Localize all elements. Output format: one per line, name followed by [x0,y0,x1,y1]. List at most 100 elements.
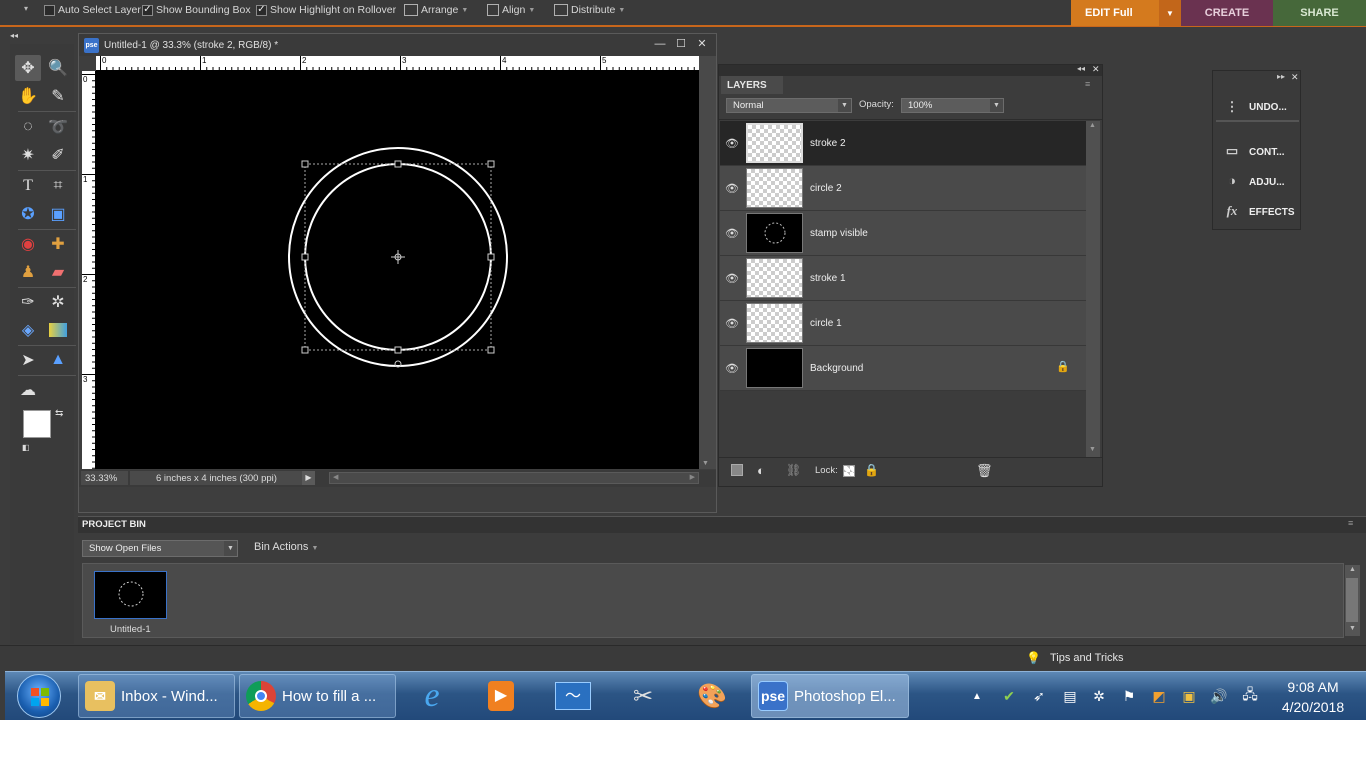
system-clock[interactable]: 9:08 AM 4/20/2018 [1273,677,1353,717]
visibility-eye-icon[interactable]: 👁 [722,211,742,255]
crop-tool-icon[interactable]: ⌗ [45,173,71,199]
new-layer-icon[interactable] [731,464,743,476]
paint-bucket-tool-icon[interactable]: ◈ [15,317,41,343]
scroll-down-arrow-icon[interactable]: ▼ [1089,446,1096,453]
scroll-left-arrow-icon[interactable]: ◀ [333,473,338,481]
layers-scrollbar[interactable]: ▲ ▼ [1086,121,1100,457]
taskbar-item-inbox[interactable]: ✉ Inbox - Wind... [78,674,235,718]
align-menu[interactable]: Align ▼ [487,2,535,18]
layer-row[interactable]: 👁 stroke 1 [720,256,1086,301]
bin-actions-menu[interactable]: Bin Actions ▼ [254,541,318,553]
image-canvas[interactable] [96,71,699,469]
toolbox-collapse-icon[interactable]: ◂◂ [10,31,30,43]
layer-row[interactable]: 👁 circle 1 [720,301,1086,346]
project-bin-header[interactable]: PROJECT BIN ≡ [78,516,1366,533]
tray-folder-icon[interactable]: ▣ [1179,686,1199,706]
status-menu-arrow-icon[interactable]: ▶ [302,471,315,485]
expand-panel-icon[interactable]: ▸▸ [1277,72,1285,81]
minimize-icon[interactable]: — [653,37,667,51]
swap-colors-icon[interactable]: ⇆ [55,408,63,419]
eraser-tool-icon[interactable]: ▰ [45,259,71,285]
brush-tool-icon[interactable]: ✑ [15,289,41,315]
highlight-checkbox[interactable]: ✓ [256,4,267,16]
smart-brush-tool-icon[interactable]: ✲ [45,289,71,315]
share-tab[interactable]: SHARE [1273,0,1366,26]
scroll-right-arrow-icon[interactable]: ▶ [690,473,695,481]
visibility-eye-icon[interactable]: 👁 [722,346,742,390]
bin-scrollbar[interactable]: ▲ ▼ [1345,565,1360,636]
marquee-tool-icon[interactable]: ◌ [15,114,41,140]
show-files-dropdown[interactable]: Show Open Files ▼ [82,540,238,557]
show-bounding-box-option[interactable]: ✓ Show Bounding Box [142,2,251,18]
cookie-cutter-tool-icon[interactable]: ✪ [15,201,41,227]
trash-icon[interactable]: 🗑 [976,463,993,479]
visibility-eye-icon[interactable]: 👁 [722,301,742,345]
start-button[interactable] [17,674,61,718]
tool-options-caret-icon[interactable]: ▾ [24,4,28,13]
content-button[interactable]: ▭ CONT... [1216,138,1299,166]
distribute-menu[interactable]: Distribute ▼ [554,2,625,18]
tray-network-icon[interactable]: ➶ [1029,686,1049,706]
link-layers-icon[interactable]: ⛓ [786,463,801,477]
scroll-down-arrow-icon[interactable]: ▼ [1349,625,1356,632]
tray-security-icon[interactable]: ✔ [999,686,1019,706]
scroll-up-arrow-icon[interactable]: ▲ [1089,122,1096,129]
opacity-field[interactable]: 100% ▼ [901,98,1004,113]
edit-mode-dropdown-icon[interactable]: ▼ [1159,0,1181,26]
arrange-menu[interactable]: Arrange ▼ [404,2,468,18]
edit-full-tab[interactable]: EDIT Full ▼ [1071,0,1181,26]
visibility-eye-icon[interactable]: 👁 [722,121,742,165]
document-titlebar[interactable]: pse Untitled-1 @ 33.3% (stroke 2, RGB/8)… [79,34,716,56]
tray-volume-icon[interactable]: 🔊 [1209,686,1229,706]
magic-wand-tool-icon[interactable]: ✷ [15,142,41,168]
scroll-up-arrow-icon[interactable]: ▲ [1349,566,1356,573]
snipping-tool-icon[interactable]: ✂ [625,678,661,714]
sponge-tool-icon[interactable]: ☁ [15,377,41,403]
lock-transparency-icon[interactable] [843,465,855,477]
show-highlight-option[interactable]: ✓ Show Highlight on Rollover [256,2,396,18]
tray-display-icon[interactable]: 🖧 [1240,686,1260,706]
move-tool-icon[interactable]: ✥ [15,55,41,81]
create-tab[interactable]: CREATE [1181,0,1273,26]
scroll-thumb[interactable] [1346,578,1358,622]
foreground-color-swatch[interactable] [23,410,51,438]
stocks-app-icon[interactable]: 〜 [555,678,591,714]
gradient-tool-icon[interactable] [45,317,71,343]
paint-icon[interactable]: 🎨 [694,678,730,714]
close-panel-icon[interactable]: ✕ [1291,72,1299,83]
media-player-icon[interactable]: ▶ [483,678,519,714]
open-file-thumbnail[interactable] [94,571,167,619]
blend-mode-dropdown[interactable]: Normal ▼ [726,98,852,113]
adjustment-layer-icon[interactable]: ◐ [757,463,765,478]
internet-explorer-icon[interactable]: e [414,677,450,714]
taskbar-item-chrome[interactable]: How to fill a ... [239,674,396,718]
lock-all-icon[interactable]: 🔒 [864,463,879,477]
collapse-panel-icon[interactable]: ◂◂ [1077,64,1085,73]
quick-selection-tool-icon[interactable]: ✐ [45,142,71,168]
tray-office-icon[interactable]: ◩ [1149,686,1169,706]
default-colors-icon[interactable]: ◧ [22,443,30,452]
clone-stamp-tool-icon[interactable]: ♟ [15,259,41,285]
layer-row[interactable]: 👁 stamp visible [720,211,1086,256]
visibility-eye-icon[interactable]: 👁 [722,256,742,300]
adjustments-button[interactable]: ◑ ADJU... [1216,168,1299,196]
layers-tab[interactable]: LAYERS [721,76,783,94]
blur-tool-icon[interactable]: ▲ [45,347,71,373]
auto-select-checkbox[interactable] [44,4,55,16]
close-panel-icon[interactable]: ✕ [1092,64,1100,75]
show-hidden-icons-arrow-icon[interactable]: ▲ [967,686,987,706]
straighten-tool-icon[interactable]: ▣ [45,201,71,227]
layer-row[interactable]: 👁 stroke 2 [720,121,1086,166]
effects-button[interactable]: fx EFFECTS [1216,198,1299,226]
custom-shape-tool-icon[interactable]: ➤ [15,347,41,373]
bounding-box-checkbox[interactable]: ✓ [142,4,153,16]
close-icon[interactable]: ✕ [695,37,709,51]
eyedropper-tool-icon[interactable]: ✎ [45,83,71,109]
auto-select-layer-option[interactable]: Auto Select Layer [44,2,141,18]
panel-menu-icon[interactable]: ≡ [1085,79,1090,89]
type-tool-icon[interactable]: T [15,173,41,199]
healing-brush-tool-icon[interactable]: ✚ [45,231,71,257]
document-scrollbar-vertical[interactable]: ▼ [699,56,716,469]
panel-menu-icon[interactable]: ≡ [1348,518,1353,528]
layer-row[interactable]: 👁 Background 🔒 [720,346,1086,391]
